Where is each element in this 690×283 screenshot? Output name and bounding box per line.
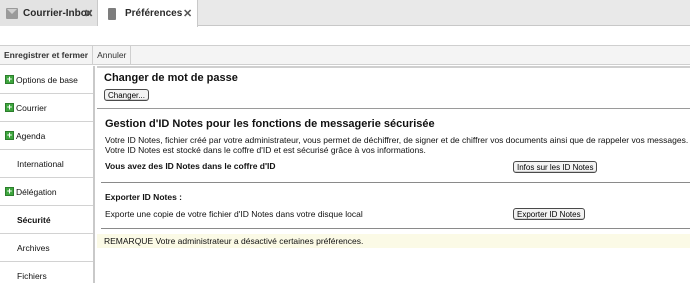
export-heading: Exporter ID Notes : [105, 192, 182, 202]
vault-label: Vous avez des ID Notes dans le coffre d'… [105, 161, 276, 171]
cancel-button[interactable]: Annuler [93, 45, 132, 65]
change-password-button[interactable]: Changer... [104, 89, 149, 101]
sidebar-item-fichiers[interactable]: Fichiers [0, 262, 93, 283]
sidebar-item-delegation[interactable]: + Délégation [0, 178, 93, 206]
password-heading: Changer de mot de passe [104, 72, 238, 84]
security-preferences-panel: Changer de mot de passe Changer... Gesti… [97, 66, 690, 283]
sidebar-item-archives[interactable]: Archives [0, 234, 93, 262]
export-description: Exporte une copie de votre fichier d'ID … [105, 209, 363, 219]
id-notes-info-button[interactable]: Infos sur les ID Notes [513, 161, 598, 173]
tab-bar: Courrier-Inbox ✕ Préférences ✕ [0, 0, 690, 27]
id-notes-heading: Gestion d'ID Notes pour les fonctions de… [105, 118, 435, 130]
document-icon [108, 7, 116, 20]
expand-plus-icon[interactable]: + [5, 187, 14, 196]
sidebar-item-label: Fichiers [17, 271, 47, 281]
toolbar: Enregistrer et fermer Annuler [0, 45, 690, 65]
sidebar-item-agenda[interactable]: + Agenda [0, 122, 93, 150]
sidebar-item-label: Sécurité [17, 214, 51, 225]
tab-label: Courrier-Inbox [23, 7, 93, 19]
admin-note: REMARQUE Votre administrateur a désactiv… [97, 234, 690, 248]
sidebar-item-label: International [17, 158, 64, 169]
expand-plus-icon[interactable]: + [5, 131, 14, 140]
sidebar-item-label: Options de base [16, 74, 78, 85]
sidebar-item-label: Courrier [16, 102, 47, 113]
section-divider [101, 228, 690, 229]
tab-courrier-inbox[interactable]: Courrier-Inbox ✕ [0, 0, 98, 26]
expand-plus-icon[interactable]: + [5, 103, 14, 112]
section-divider [97, 108, 690, 109]
envelope-icon [6, 7, 18, 19]
id-notes-description: Votre ID Notes, fichier créé par votre a… [105, 135, 689, 155]
sidebar-item-securite[interactable]: Sécurité [0, 206, 93, 234]
close-icon[interactable]: ✕ [84, 7, 93, 20]
preferences-sidebar: + Options de base + Courrier + Agenda In… [0, 66, 95, 283]
sidebar-item-label: Archives [17, 242, 50, 253]
sidebar-item-label: Agenda [16, 130, 46, 141]
sidebar-item-international[interactable]: International [0, 150, 93, 178]
section-divider [101, 182, 690, 183]
export-id-notes-button[interactable]: Exporter ID Notes [513, 208, 585, 220]
close-icon[interactable]: ✕ [183, 7, 192, 20]
tab-preferences[interactable]: Préférences ✕ [98, 0, 198, 27]
sidebar-item-courrier[interactable]: + Courrier [0, 94, 93, 122]
tab-label: Préférences [125, 8, 183, 19]
save-close-button[interactable]: Enregistrer et fermer [0, 45, 94, 65]
sidebar-item-label: Délégation [16, 186, 57, 197]
expand-plus-icon[interactable]: + [5, 75, 14, 84]
sidebar-item-options-de-base[interactable]: + Options de base [0, 66, 93, 94]
